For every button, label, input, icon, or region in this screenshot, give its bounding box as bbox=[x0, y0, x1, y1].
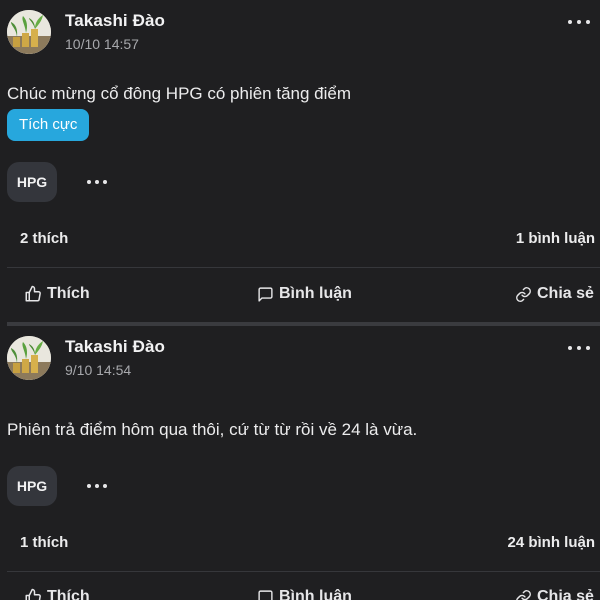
comment-bubble-icon bbox=[258, 286, 273, 302]
post-header: Takashi Đào 9/10 14:54 bbox=[0, 326, 600, 392]
sentiment-badge: Tích cực bbox=[7, 109, 90, 141]
comment-label: Bình luận bbox=[279, 285, 352, 302]
post-content: Chúc mừng cổ đông HPG có phiên tăng điểm bbox=[7, 84, 352, 103]
ticker-chip[interactable]: HPG bbox=[7, 466, 57, 506]
post-card: Takashi Đào 9/10 14:54 Phiên trả điểm hô… bbox=[0, 326, 600, 600]
ticker-chip[interactable]: HPG bbox=[7, 162, 57, 202]
likes-count[interactable]: 2 thích bbox=[20, 230, 68, 247]
comment-label: Bình luận bbox=[279, 588, 352, 600]
comments-count[interactable]: 24 bình luận bbox=[507, 534, 595, 551]
divider bbox=[7, 571, 600, 572]
divider bbox=[7, 267, 600, 268]
post-content: Phiên trả điểm hôm qua thôi, cứ từ từ rồ… bbox=[7, 420, 418, 439]
post-card: Takashi Đào 10/10 14:57 Chúc mừng cổ đôn… bbox=[0, 0, 600, 322]
post-time: 9/10 14:54 bbox=[65, 362, 132, 378]
likes-count[interactable]: 1 thích bbox=[20, 534, 68, 551]
comment-button[interactable]: Bình luận bbox=[257, 285, 352, 303]
like-label: Thích bbox=[47, 588, 90, 600]
avatar[interactable] bbox=[7, 10, 51, 54]
more-options-icon[interactable] bbox=[568, 338, 590, 358]
like-button[interactable]: Thích bbox=[24, 285, 90, 303]
post-header: Takashi Đào 10/10 14:57 bbox=[0, 0, 600, 66]
post-actions: Thích Bình luận Chia sẻ bbox=[0, 285, 600, 307]
author-name[interactable]: Takashi Đào bbox=[65, 11, 165, 31]
share-label: Chia sẻ bbox=[537, 588, 594, 600]
more-tickers-icon[interactable] bbox=[87, 172, 107, 192]
share-label: Chia sẻ bbox=[537, 285, 594, 302]
comments-count[interactable]: 1 bình luận bbox=[516, 230, 595, 247]
post-actions: Thích Bình luận Chia sẻ bbox=[0, 588, 600, 600]
author-name[interactable]: Takashi Đào bbox=[65, 337, 165, 357]
comment-bubble-icon bbox=[258, 589, 273, 600]
comment-button[interactable]: Bình luận bbox=[257, 588, 352, 600]
like-label: Thích bbox=[47, 285, 90, 302]
more-options-icon[interactable] bbox=[568, 12, 590, 32]
feed: Takashi Đào 10/10 14:57 Chúc mừng cổ đôn… bbox=[0, 0, 600, 600]
more-tickers-icon[interactable] bbox=[87, 476, 107, 496]
link-chain-icon bbox=[516, 589, 531, 600]
post-stats: 1 thích 24 bình luận bbox=[0, 534, 600, 556]
post-stats: 2 thích 1 bình luận bbox=[0, 230, 600, 252]
share-button[interactable]: Chia sẻ bbox=[515, 285, 594, 303]
thumbs-up-icon bbox=[25, 285, 41, 302]
share-button[interactable]: Chia sẻ bbox=[515, 588, 594, 600]
avatar[interactable] bbox=[7, 336, 51, 380]
like-button[interactable]: Thích bbox=[24, 588, 90, 600]
link-chain-icon bbox=[516, 286, 531, 302]
post-time: 10/10 14:57 bbox=[65, 36, 139, 52]
thumbs-up-icon bbox=[25, 588, 41, 600]
